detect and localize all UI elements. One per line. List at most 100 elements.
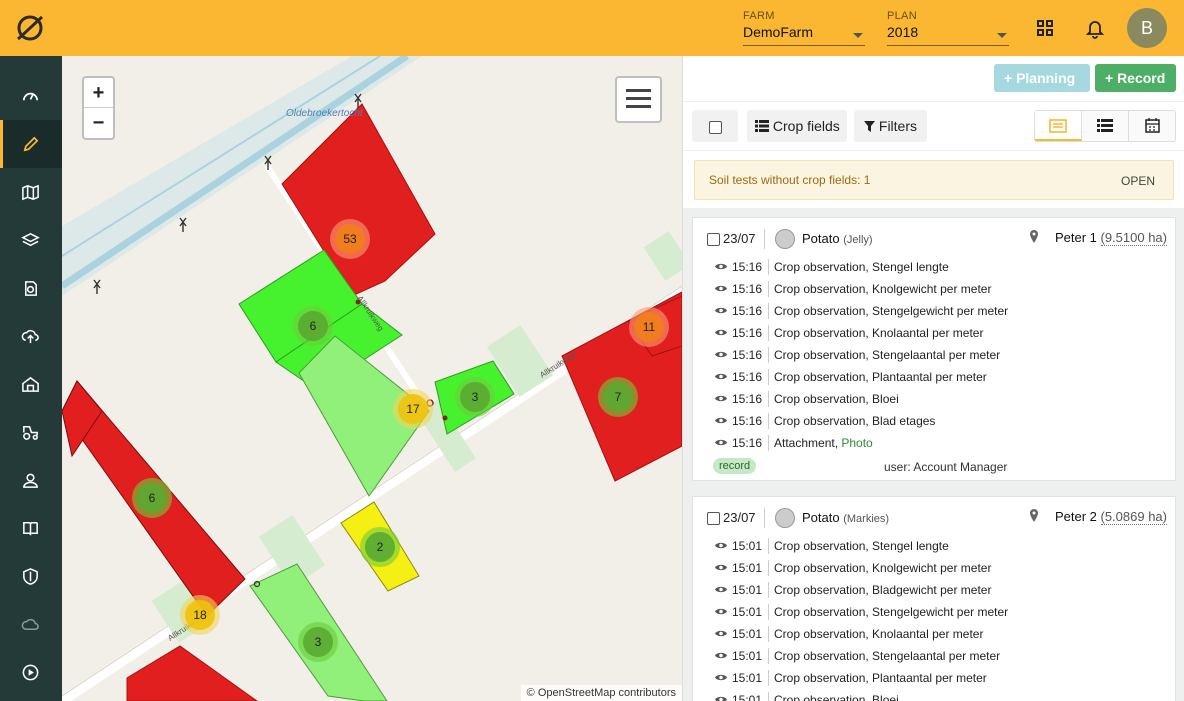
map-view[interactable]: Oldebroekertocht Allkruikweg Allkruikweg… [62,56,682,701]
cluster-marker[interactable]: 18 [180,595,220,635]
sidebar-item-contacts[interactable] [0,456,62,504]
map-pin-icon [1030,509,1038,522]
observation-description: Crop observation, Stengelaantal per mete… [774,649,1001,663]
hamburger-icon [626,89,651,108]
observation-row[interactable]: 15:16 Crop observation, Stengelaantal per… [693,344,1175,366]
zoom-out-button[interactable]: − [84,108,113,138]
observation-time: 15:01 [732,627,763,641]
sidebar-item-upload[interactable] [0,312,62,360]
observation-row[interactable]: 15:16 Crop observation, Knolaantal per me… [693,322,1175,344]
observation-description: Crop observation, Bladgewicht per meter [774,583,992,597]
observation-row[interactable]: 15:16 Crop observation, Plantaantal per m… [693,366,1175,388]
observation-row[interactable]: 15:01 Crop observation, Plantaantal per m… [693,667,1175,689]
observation-time: 15:16 [732,348,763,362]
map-canvas: Oldebroekertocht Allkruikweg Allkruikweg… [62,56,682,701]
sidebar-item-records[interactable] [0,120,62,168]
sidebar-item-dashboard[interactable] [0,72,62,120]
observation-row[interactable]: 15:16 Crop observation, Stengelgewicht pe… [693,300,1175,322]
plan-value: 2018 [887,24,919,40]
map-attribution[interactable]: © OpenStreetMap contributors [520,685,682,701]
sidebar-item-play[interactable] [0,648,62,696]
cluster-marker[interactable]: 7 [598,377,638,417]
cluster-marker[interactable]: 6 [293,306,333,346]
record-user: user: Account Manager [884,460,1008,474]
crop-fields-button[interactable]: Crop fields [747,110,847,142]
observation-time: 15:01 [732,583,763,597]
sidebar-item-machines[interactable] [0,408,62,456]
cluster-marker[interactable]: 3 [298,622,338,662]
cluster-marker[interactable]: 11 [629,307,669,347]
observation-row[interactable]: 15:16 Crop observation, Knolgewicht per m… [693,278,1175,300]
play-icon [22,664,39,681]
field-area: (5.0869 ha) [1100,509,1167,525]
cluster-marker[interactable]: 53 [330,219,370,259]
avatar[interactable]: B [1127,8,1167,48]
observation-row[interactable]: 15:16 Crop observation, Bloei [693,388,1175,410]
sidebar-item-soil[interactable] [0,264,62,312]
observation-row[interactable]: 15:01 Crop observation, Knolgewicht per m… [693,557,1175,579]
crop-variety: (Jelly) [843,234,873,246]
sidebar-item-barn[interactable] [0,360,62,408]
sidebar-item-layers[interactable] [0,216,62,264]
observation-row[interactable]: 15:16 Attachment, Photo [693,432,1175,454]
observation-list: 15:01 Crop observation, Stengel lengte 15:… [693,535,1175,701]
cluster-marker[interactable]: 3 [455,377,495,417]
record-card[interactable]: 23/07 Potato (Jelly) Peter 1 (9.5100 ha)… [692,217,1176,481]
logo-icon[interactable] [15,13,45,43]
add-planning-button[interactable]: + Planning [994,64,1090,92]
eye-icon [715,439,727,446]
observation-row[interactable]: 15:16 Crop observation, Blad etages [693,410,1175,432]
svg-text:Oldebroekertocht: Oldebroekertocht [286,108,364,119]
observation-row[interactable]: 15:01 Crop observation, Bloei [693,689,1175,701]
layers-icon [21,233,40,247]
observation-time: 15:16 [732,436,763,450]
select-all-checkbox[interactable] [692,110,738,142]
observation-list: 15:16 Crop observation, Stengel lengte 15:… [693,256,1175,454]
photo-link[interactable]: Photo [841,436,872,450]
record-card[interactable]: 23/07 Potato (Markies) Peter 2 (5.0869 h… [692,496,1176,701]
filters-button[interactable]: Filters [854,110,927,142]
layers-menu-button[interactable] [615,76,662,123]
card-view-button[interactable] [1035,111,1082,141]
cluster-marker[interactable]: 17 [393,389,433,429]
observation-row[interactable]: 15:01 Crop observation, Bladgewicht per m… [693,579,1175,601]
plan-label: PLAN [887,10,917,22]
plan-select[interactable]: PLAN 2018 [887,10,1009,46]
apps-grid-icon[interactable] [1034,17,1056,39]
calendar-view-button[interactable] [1129,111,1176,141]
observation-row[interactable]: 15:01 Crop observation, Stengelgewicht pe… [693,601,1175,623]
observation-row[interactable]: 15:16 Crop observation, Stengel lengte [693,256,1175,278]
cluster-marker[interactable]: 6 [132,478,172,518]
eye-icon [715,329,727,336]
alert-open-button[interactable]: OPEN [1121,174,1155,188]
record-checkbox[interactable] [707,233,720,246]
add-record-button[interactable]: + Record [1095,64,1176,92]
record-checkbox[interactable] [707,512,720,525]
cluster-marker[interactable]: 2 [360,527,400,567]
observation-description: Crop observation, Plantaantal per meter [774,370,987,384]
sidebar-item-map[interactable] [0,168,62,216]
field-name[interactable]: Peter 1 (9.5100 ha) [1055,230,1167,246]
observation-time: 15:16 [732,260,763,274]
observation-description: Crop observation, Plantaantal per meter [774,671,987,685]
zoom-in-button[interactable]: + [84,78,113,108]
field-name[interactable]: Peter 2 (5.0869 ha) [1055,509,1167,525]
card-header: 23/07 Potato (Markies) Peter 2 (5.0869 h… [693,497,1175,535]
observation-description: Crop observation, Bloei [774,392,899,406]
view-toggle [1034,110,1176,142]
bell-icon[interactable] [1084,17,1106,39]
observation-row[interactable]: 15:01 Crop observation, Knolaantal per me… [693,623,1175,645]
sidebar-item-reports[interactable] [0,504,62,552]
eye-icon [715,285,727,292]
observation-description: Crop observation, Stengelgewicht per met… [774,304,1009,318]
farm-select[interactable]: FARM DemoFarm [743,10,865,46]
list-view-button[interactable] [1082,111,1129,141]
sidebar-item-compliance[interactable] [0,552,62,600]
observation-description: Crop observation, Stengel lengte [774,539,949,553]
eye-icon [715,674,727,681]
observation-row[interactable]: 15:01 Crop observation, Stengel lengte [693,535,1175,557]
eye-icon [715,351,727,358]
observation-row[interactable]: 15:01 Crop observation, Stengelaantal per… [693,645,1175,667]
potato-icon [775,508,795,528]
sidebar-item-weather[interactable] [0,600,62,648]
